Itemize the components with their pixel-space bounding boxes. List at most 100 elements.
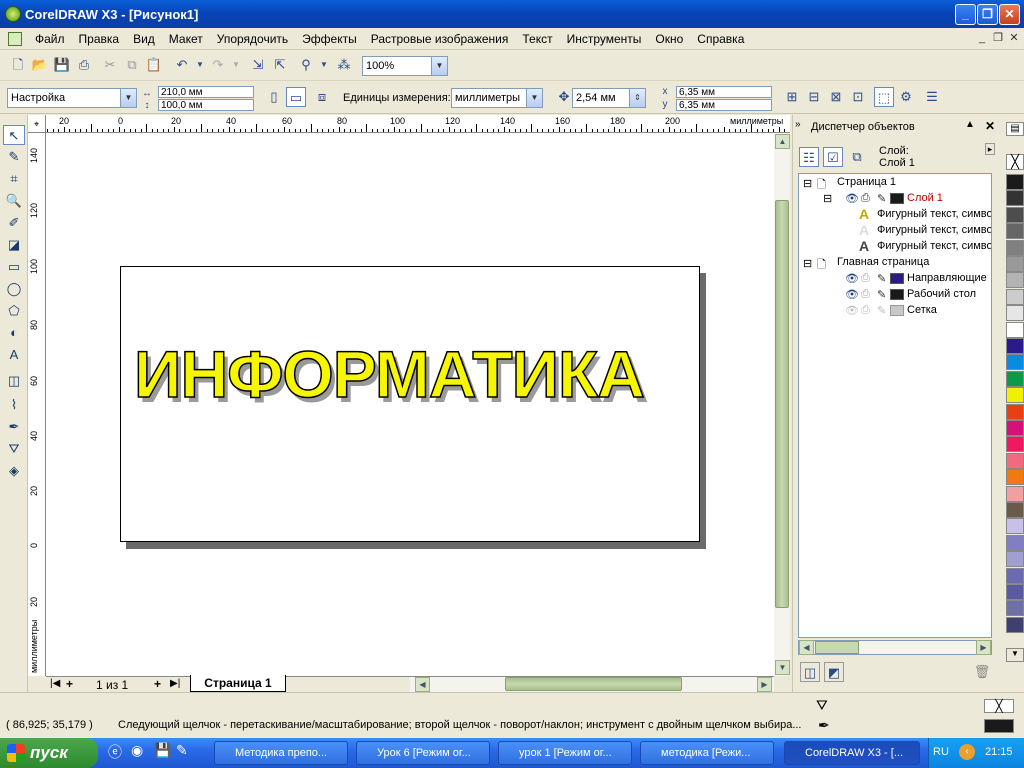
printable-icon[interactable]: ⎙ (861, 304, 870, 317)
printable-icon[interactable]: ⎙ (861, 288, 870, 301)
palette-swatch[interactable] (1006, 370, 1024, 387)
internet-explorer-icon[interactable]: ⓔ (108, 742, 122, 762)
fill-tool-icon[interactable]: ⛛ (3, 439, 25, 459)
tree-item-master-page[interactable]: Главная страница (837, 256, 929, 268)
language-indicator[interactable]: RU (933, 746, 949, 758)
drawing-canvas[interactable]: ИНФОРМАТИКА ИНФОРМАТИКА (46, 133, 774, 676)
palette-swatch[interactable] (1006, 551, 1024, 568)
eyedropper-tool-icon[interactable]: ⌇ (3, 395, 25, 415)
paste-icon[interactable]: 📋 (144, 55, 164, 75)
palette-swatch[interactable] (1006, 174, 1024, 190)
minimize-button[interactable]: _ (955, 4, 976, 25)
vertical-scroll-thumb[interactable] (775, 200, 789, 608)
docker-minimize-icon[interactable]: ▲ (965, 119, 975, 130)
docker-menu-icon[interactable]: ▸ (985, 143, 995, 155)
palette-menu-icon[interactable]: ▤ (1006, 122, 1024, 136)
coreldraw-app-icon[interactable] (5, 6, 21, 22)
palette-swatch[interactable] (1006, 436, 1024, 453)
undo-dropdown-icon[interactable]: ▼ (190, 55, 210, 75)
application-launcher-icon[interactable]: ⚲ (296, 55, 316, 75)
docker-collapse-icon[interactable]: » (795, 119, 801, 130)
horizontal-scroll-thumb[interactable] (505, 677, 682, 691)
editable-pencil-icon[interactable]: ✎ (877, 288, 886, 301)
palette-swatch[interactable] (1006, 305, 1024, 322)
palette-swatch[interactable] (1006, 190, 1024, 207)
zoom-level-select[interactable]: 100% ▼ (362, 56, 448, 76)
new-master-layer-icon[interactable]: ◩ (824, 662, 844, 682)
expand-icon[interactable]: ⊟ (803, 177, 812, 190)
first-page-icon[interactable]: |◀ (50, 678, 60, 689)
taskbar-item-coreldraw[interactable]: CorelDRAW X3 - [... (784, 741, 920, 765)
freehand-tool-icon[interactable]: ✐ (3, 213, 25, 233)
object-tree[interactable]: ⊟ 🗋 Страница 1 ⊟ 👁 ⎙ ✎ Слой 1 A Фигурный… (798, 173, 992, 638)
tree-item-desktop[interactable]: Рабочий стол (907, 288, 976, 300)
treat-as-filled-icon[interactable]: ⬚ (874, 87, 894, 107)
doc-restore-button[interactable]: ❐ (990, 31, 1006, 45)
add-page-after-icon[interactable]: + (154, 677, 161, 691)
layer-manager-view-icon[interactable]: ⧉ (847, 147, 867, 167)
duplicate-x-field[interactable]: 6,35 мм (676, 86, 772, 98)
menu-file[interactable]: Файл (28, 32, 72, 46)
show-hidden-icons-icon[interactable]: ‹ (959, 744, 975, 760)
palette-swatch[interactable] (1006, 502, 1024, 518)
menu-view[interactable]: Вид (126, 32, 162, 46)
chevron-down-icon[interactable]: ▼ (120, 89, 136, 107)
horizontal-ruler[interactable]: 20 0 20 40 60 80 100 120 140 160 180 200… (28, 115, 790, 133)
scroll-down-icon[interactable]: ▼ (775, 660, 790, 675)
delete-icon[interactable]: 🗑 (972, 662, 992, 682)
menu-layout[interactable]: Макет (162, 32, 210, 46)
dynamic-guides-icon[interactable]: ⊡ (848, 87, 868, 107)
palette-swatch[interactable] (1006, 584, 1024, 600)
taskbar-item-word-3[interactable]: методика [Режи... (640, 741, 774, 765)
palette-swatch[interactable] (1006, 485, 1024, 502)
palette-swatch[interactable] (1006, 403, 1024, 420)
outline-color-indicator[interactable] (984, 719, 1014, 733)
menu-bitmaps[interactable]: Растровые изображения (364, 32, 516, 46)
redo-dropdown-icon[interactable]: ▼ (226, 55, 246, 75)
palette-swatch[interactable] (1006, 616, 1024, 633)
printable-icon[interactable]: ⎙ (861, 272, 870, 285)
taskbar-item-folder[interactable]: Методика препо... (214, 741, 348, 765)
portrait-icon[interactable]: ▯ (264, 87, 284, 107)
docker-scroll-thumb[interactable] (815, 641, 859, 654)
add-page-before-icon[interactable]: + (66, 677, 73, 691)
tree-item-guides[interactable]: Направляющие (907, 272, 987, 284)
palette-swatch[interactable] (1006, 534, 1024, 551)
smart-fill-tool-icon[interactable]: ◪ (3, 235, 25, 255)
expand-icon[interactable]: ⊟ (803, 257, 812, 270)
paper-preset-select[interactable]: Настройка ▼ (7, 88, 137, 108)
palette-swatch[interactable] (1006, 420, 1024, 436)
options-icon[interactable]: ⚙ (896, 87, 916, 107)
palette-swatch[interactable] (1006, 338, 1024, 354)
outline-tool-icon[interactable]: ✒ (3, 417, 25, 437)
align-icon[interactable]: ☰ (922, 87, 942, 107)
palette-swatch[interactable] (1006, 272, 1024, 289)
fill-none-indicator[interactable]: ╳ (984, 699, 1014, 713)
import-icon[interactable]: ⇲ (248, 55, 268, 75)
quick-launch-icon[interactable]: ✎ (176, 742, 188, 759)
menu-arrange[interactable]: Упорядочить (210, 32, 295, 46)
palette-swatch[interactable] (1006, 321, 1024, 338)
redo-icon[interactable]: ↷ (208, 55, 228, 75)
edit-across-layers-icon[interactable]: ☑ (823, 147, 843, 167)
tree-item-artistic-text-3[interactable]: Фигурный текст, симво (877, 240, 991, 252)
chevron-down-icon[interactable]: ▼ (431, 57, 447, 75)
palette-swatch[interactable] (1006, 256, 1024, 272)
palette-swatch[interactable] (1006, 223, 1024, 240)
menu-window[interactable]: Окно (648, 32, 690, 46)
snap-guidelines-icon[interactable]: ⊟ (804, 87, 824, 107)
close-button[interactable]: ✕ (999, 4, 1020, 25)
maximize-button[interactable]: ❐ (977, 4, 998, 25)
undo-icon[interactable]: ↶ (172, 55, 192, 75)
crop-tool-icon[interactable]: ⌗ (3, 169, 25, 189)
corel-online-icon[interactable]: ⁂ (334, 55, 354, 75)
palette-swatch[interactable] (1006, 452, 1024, 469)
document-icon[interactable] (8, 31, 22, 46)
all-pages-icon[interactable]: ⧈ (312, 87, 332, 107)
copy-icon[interactable]: ⧉ (122, 55, 142, 75)
editable-pencil-icon[interactable]: ✎ (877, 192, 886, 205)
start-button[interactable]: пуск (0, 738, 98, 768)
page-width-field[interactable]: 210,0 мм (158, 86, 254, 98)
artistic-text[interactable]: ИНФОРМАТИКА (133, 336, 645, 412)
scroll-left-icon[interactable]: ◀ (415, 677, 430, 692)
